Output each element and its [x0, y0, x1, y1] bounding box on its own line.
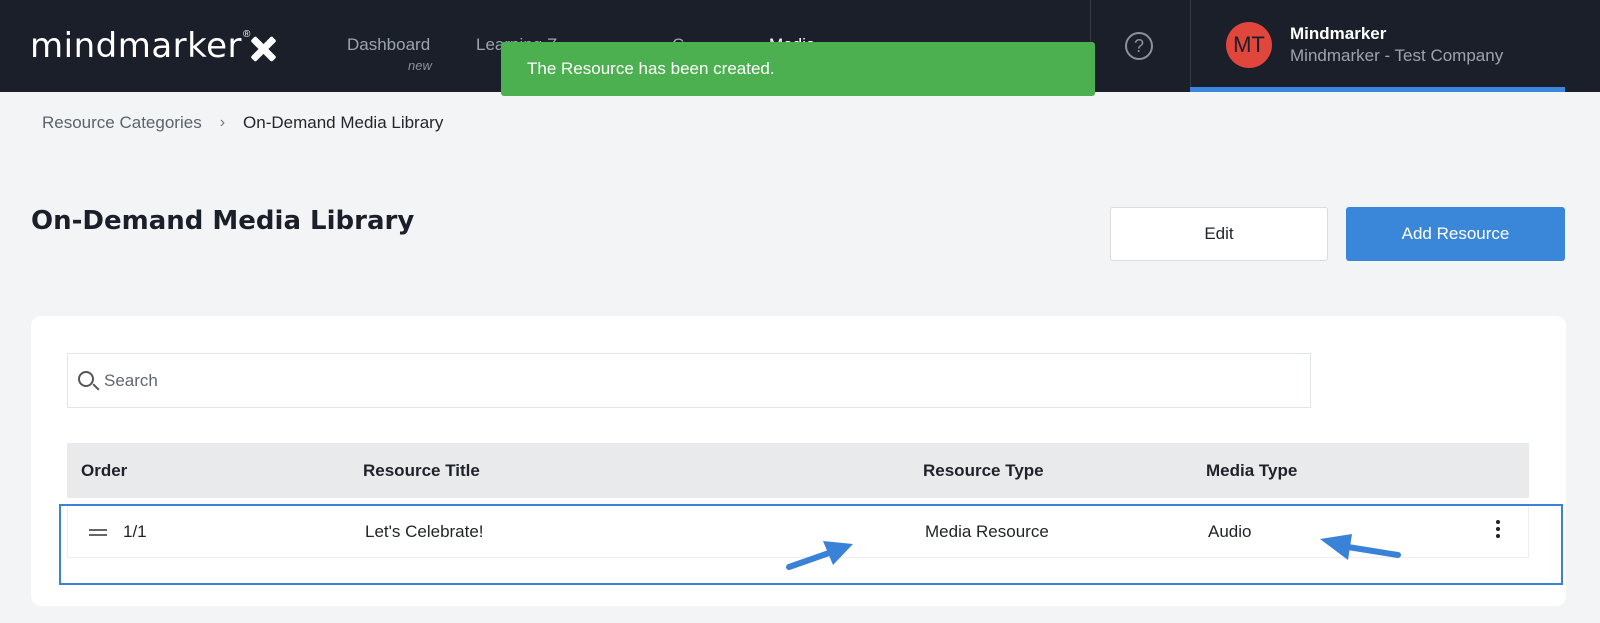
- help-icon[interactable]: ?: [1125, 32, 1153, 60]
- breadcrumb-current: On-Demand Media Library: [243, 113, 444, 132]
- cell-title[interactable]: Let's Celebrate!: [365, 522, 484, 542]
- success-toast: The Resource has been created.: [501, 42, 1095, 96]
- logo-x-icon: [250, 36, 276, 62]
- edit-button[interactable]: Edit: [1110, 207, 1328, 261]
- annotation-arrow-left-icon: [1320, 534, 1401, 560]
- cell-order: 1/1: [123, 522, 147, 541]
- table-header: Order Resource Title Resource Type Media…: [67, 443, 1529, 498]
- user-company[interactable]: Mindmarker - Test Company: [1290, 46, 1503, 66]
- avatar[interactable]: MT: [1226, 22, 1272, 68]
- chevron-right-icon: ›: [219, 114, 226, 131]
- nav-divider: [1190, 0, 1191, 92]
- more-options-icon[interactable]: [1493, 520, 1503, 542]
- registered-mark: ®: [243, 29, 251, 40]
- annotation-arrow-right-icon: [786, 541, 853, 570]
- cell-media-type: Audio: [1208, 522, 1252, 541]
- drag-handle-icon[interactable]: [89, 529, 107, 536]
- column-header-title[interactable]: Resource Title: [363, 461, 480, 481]
- mindmarker-logo[interactable]: mindmarker ®: [30, 26, 276, 68]
- column-header-order[interactable]: Order: [81, 461, 127, 481]
- breadcrumb-resource-categories[interactable]: Resource Categories: [42, 113, 202, 133]
- add-resource-button[interactable]: Add Resource: [1346, 207, 1565, 261]
- column-header-media-type[interactable]: Media Type: [1206, 461, 1297, 481]
- search-input[interactable]: [104, 354, 1304, 407]
- logo-text: mindmarker: [30, 26, 243, 66]
- nav-dashboard-new-badge: new: [408, 58, 432, 73]
- cell-resource-type: Media Resource: [925, 522, 1049, 541]
- user-menu-active-indicator: [1190, 87, 1565, 92]
- page-title: On-Demand Media Library: [31, 206, 415, 236]
- user-name[interactable]: Mindmarker: [1290, 24, 1386, 44]
- search-box[interactable]: [67, 353, 1311, 408]
- search-icon: [78, 371, 94, 387]
- breadcrumb: Resource Categories › On-Demand Media Li…: [42, 113, 443, 133]
- nav-item-dashboard[interactable]: Dashboard: [347, 35, 430, 55]
- column-header-resource-type[interactable]: Resource Type: [923, 461, 1044, 481]
